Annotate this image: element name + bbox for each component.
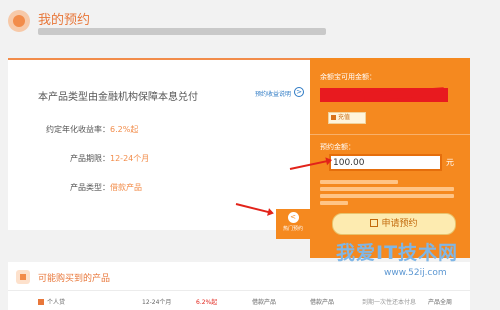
product-type: 借款产品 [252, 299, 277, 306]
hot-reservation-label: 热门预约 [282, 226, 303, 232]
type-label: 产品类型： [70, 183, 110, 192]
recharge-button[interactable]: 充值 [328, 112, 366, 124]
page-title: 我的预约 [38, 13, 91, 28]
balance-label: 余额宝可用金额： [320, 73, 376, 81]
panel-divider [310, 134, 470, 135]
product-guarantee-text: 本产品类型由金融机构保障本息兑付 [38, 92, 198, 103]
section-title: 可能购买到的产品 [38, 274, 111, 284]
redacted-balance-scribble [320, 88, 448, 102]
rate-value: 6.2%起 [110, 125, 139, 134]
type-value: 借款产品 [110, 183, 142, 192]
product-list-icon [16, 270, 30, 284]
period-label: 产品期限： [70, 154, 110, 163]
product-info-card: 本产品类型由金融机构保障本息兑付 预约收益说明 > 约定年化收益率：6.2%起 … [8, 58, 310, 230]
apply-reservation-button[interactable]: 申请预约 [332, 213, 456, 235]
apply-label: 申请预约 [381, 219, 418, 229]
rate-row: 约定年化收益率：6.2%起 [46, 124, 138, 135]
rate-label: 约定年化收益率： [46, 125, 110, 134]
profit-explanation-link[interactable]: 预约收益说明 [255, 89, 291, 98]
reservation-panel: 余额宝可用金额： 充值 预约金额： 元 申请预约 [310, 58, 470, 258]
hot-reservation-tab[interactable]: < 热门预约 [276, 209, 310, 239]
page-header: 我的预约 [0, 0, 500, 46]
product-rate: 6.2%起 [196, 299, 218, 306]
period-value: 12-24个月 [110, 154, 150, 163]
watermark-text: 我爱IT技术网 [336, 242, 459, 264]
product-name[interactable]: 个人贷 [38, 297, 65, 306]
chevron-left-icon: < [287, 212, 299, 223]
recharge-label: 充值 [338, 114, 351, 121]
chevron-right-icon[interactable]: > [294, 87, 304, 97]
type-row: 产品类型：借款产品 [70, 182, 142, 193]
reserve-amount-label: 预约金额： [320, 143, 355, 151]
reservation-logo-icon [8, 10, 30, 32]
notice-text-blurred [320, 180, 454, 208]
site-watermark: 我爱IT技术网 www.52ij.com [302, 238, 492, 304]
calendar-icon [370, 219, 379, 227]
watermark-url: www.52ij.com [384, 268, 447, 278]
period-row: 产品期限：12-24个月 [70, 153, 149, 164]
product-flag-icon [38, 299, 44, 305]
currency-unit: 元 [446, 158, 454, 167]
product-period: 12-24个月 [142, 299, 172, 306]
recharge-icon [331, 115, 336, 120]
reserve-amount-input[interactable] [329, 154, 442, 171]
page-subtitle-blurred [38, 28, 326, 35]
